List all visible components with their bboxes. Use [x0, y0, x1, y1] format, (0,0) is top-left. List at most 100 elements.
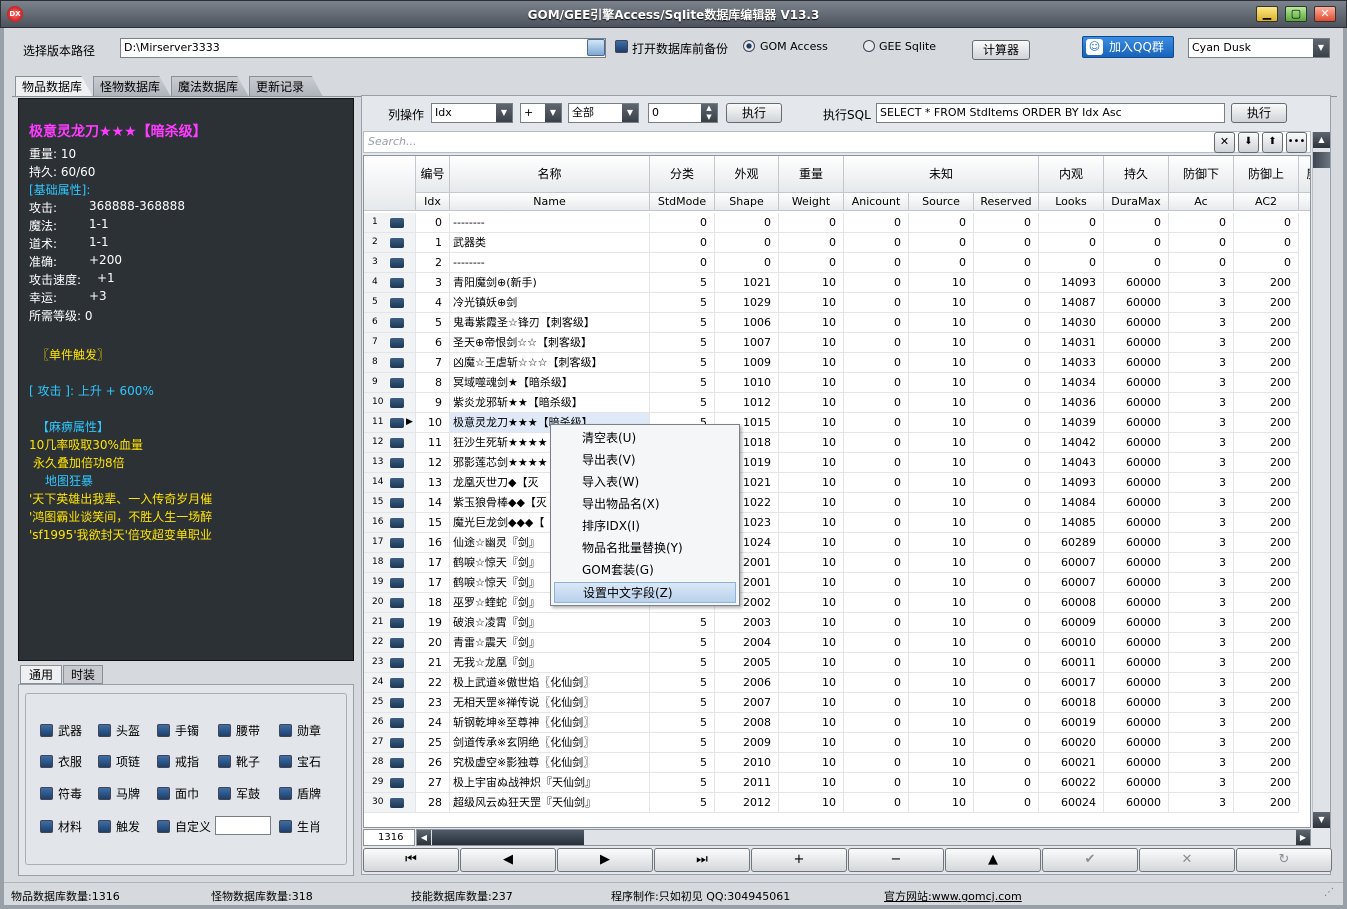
table-cell[interactable]: 0	[974, 213, 1039, 233]
row-indicator-icon[interactable]	[390, 478, 404, 488]
scroll-left-icon[interactable]: ◀	[417, 830, 431, 845]
table-cell[interactable]: 3	[1169, 433, 1234, 453]
status-site-link[interactable]: 官方网站:www.gomcj.com	[884, 888, 1022, 904]
row-indicator-icon[interactable]	[390, 238, 404, 248]
table-cell[interactable]: 0	[974, 753, 1039, 773]
table-cell[interactable]: 10	[909, 573, 974, 593]
table-cell[interactable]: 0	[844, 693, 909, 713]
table-cell[interactable]: 10	[779, 473, 844, 493]
table-cell[interactable]: 3	[1169, 793, 1234, 813]
edit-record-icon[interactable]: ▲	[945, 848, 1041, 872]
table-row[interactable]: 5 4 冷光镇妖⊕剑 5 1029 10 0 10 0 14087 60000 3 200	[364, 293, 1310, 313]
table-row[interactable]: 1514紫玉狼骨棒◆◆【灭5102210010014084600003200	[364, 493, 1310, 513]
table-cell[interactable]: 0	[650, 213, 715, 233]
table-cell[interactable]: 0	[974, 313, 1039, 333]
table-cell[interactable]: 0	[1169, 253, 1234, 273]
table-cell[interactable]: 武器类	[450, 233, 650, 253]
table-cell[interactable]: 0	[844, 413, 909, 433]
context-menu-item[interactable]: 清空表(U)	[554, 428, 736, 449]
table-cell[interactable]: 200	[1234, 573, 1299, 593]
table-cell[interactable]: 3	[1169, 313, 1234, 333]
table-cell[interactable]: 冥域噬魂剑★【暗杀级】	[450, 373, 650, 393]
table-cell[interactable]: 0	[844, 493, 909, 513]
table-cell[interactable]: 60011	[1039, 653, 1104, 673]
table-cell[interactable]: 9	[416, 393, 450, 413]
context-menu-item[interactable]: 导入表(W)	[554, 472, 736, 493]
table-cell[interactable]: 5	[650, 653, 715, 673]
table-cell[interactable]: 12	[416, 453, 450, 473]
table-cell[interactable]: 3	[1169, 653, 1234, 673]
column-header[interactable]: 魔御	[1299, 156, 1310, 193]
table-cell[interactable]: 60000	[1104, 753, 1169, 773]
row-indicator-icon[interactable]	[390, 798, 404, 808]
table-cell[interactable]: 0	[844, 553, 909, 573]
table-cell[interactable]: 10	[779, 513, 844, 533]
table-cell[interactable]: 凶魔☆王虐斩☆☆☆【刺客级】	[450, 353, 650, 373]
table-cell[interactable]: 0	[974, 553, 1039, 573]
table-cell[interactable]: 60000	[1104, 313, 1169, 333]
table-cell[interactable]: 0	[974, 493, 1039, 513]
table-cell[interactable]: 2005	[715, 653, 779, 673]
table-cell[interactable]: 0	[1104, 233, 1169, 253]
table-cell[interactable]: 0	[844, 253, 909, 273]
delete-record-icon[interactable]: −	[848, 848, 944, 872]
table-cell[interactable]: 0	[974, 233, 1039, 253]
table-row[interactable]: 4 3 青阳魔剑⊕(新手) 5 1021 10 0 10 0 14093 60000 3 200	[364, 273, 1310, 293]
close-button[interactable]: ✕	[1314, 6, 1336, 22]
table-cell[interactable]: 0	[1234, 233, 1299, 253]
stepper-arrows-icon[interactable]: ▲ ▼	[701, 104, 717, 122]
table-cell[interactable]: 3	[1169, 513, 1234, 533]
filter-tab-fashion[interactable]: 时装	[63, 665, 103, 684]
table-cell[interactable]: 2010	[715, 753, 779, 773]
table-cell[interactable]: 0	[974, 533, 1039, 553]
table-cell[interactable]: 200	[1234, 353, 1299, 373]
table-cell[interactable]: 2011	[715, 773, 779, 793]
table-cell[interactable]: 60000	[1104, 473, 1169, 493]
table-cell[interactable]: 0	[779, 253, 844, 273]
table-cell[interactable]: 0	[974, 273, 1039, 293]
table-cell[interactable]: 14036	[1039, 393, 1104, 413]
row-indicator-icon[interactable]	[390, 298, 404, 308]
table-cell[interactable]: 60019	[1039, 713, 1104, 733]
table-cell[interactable]: 0	[974, 393, 1039, 413]
table-cell[interactable]: 1021	[715, 273, 779, 293]
gee-sqlite-radio[interactable]	[863, 40, 875, 52]
insert-record-icon[interactable]: +	[751, 848, 847, 872]
table-cell[interactable]: 3	[1169, 573, 1234, 593]
table-cell[interactable]: 60000	[1104, 493, 1169, 513]
row-indicator-icon[interactable]	[390, 258, 404, 268]
table-cell[interactable]: 10	[909, 313, 974, 333]
table-cell[interactable]: 10	[909, 773, 974, 793]
table-cell[interactable]: 破浪☆凌霄『剑』	[450, 613, 650, 633]
table-cell[interactable]: 10	[909, 373, 974, 393]
table-cell[interactable]: 60009	[1039, 613, 1104, 633]
table-cell[interactable]: 0	[974, 713, 1039, 733]
execute-sql-button[interactable]: 执行	[1231, 103, 1287, 123]
table-cell[interactable]: 10	[909, 753, 974, 773]
table-cell[interactable]: 10	[779, 413, 844, 433]
table-cell[interactable]: 10	[779, 753, 844, 773]
checkbox-icon[interactable]	[98, 755, 111, 768]
table-cell[interactable]: 0	[715, 253, 779, 273]
table-cell[interactable]: 5	[650, 313, 715, 333]
checkbox-icon[interactable]	[279, 787, 292, 800]
table-cell[interactable]: 0	[650, 253, 715, 273]
table-cell[interactable]: 60000	[1104, 733, 1169, 753]
table-cell[interactable]: 60000	[1104, 673, 1169, 693]
search-options-icon[interactable]: •••	[1286, 132, 1307, 153]
table-cell[interactable]: 14084	[1039, 493, 1104, 513]
tab-items[interactable]: 物品数据库	[15, 76, 93, 97]
table-cell[interactable]: 10	[909, 513, 974, 533]
table-cell[interactable]: 0	[844, 653, 909, 673]
row-indicator-icon[interactable]	[390, 278, 404, 288]
table-cell[interactable]: 60024	[1039, 793, 1104, 813]
table-cell[interactable]: 14093	[1039, 273, 1104, 293]
column-subheader[interactable]: Looks	[1039, 193, 1104, 211]
table-cell[interactable]: 60000	[1104, 433, 1169, 453]
table-cell[interactable]: 0	[844, 793, 909, 813]
table-cell[interactable]: 0	[974, 333, 1039, 353]
table-cell[interactable]: 14043	[1039, 453, 1104, 473]
column-header[interactable]: 重量	[779, 156, 844, 193]
table-row[interactable]: 1211狂沙生死斩★★★★5101810010014042600003200	[364, 433, 1310, 453]
table-cell[interactable]: 3	[1169, 293, 1234, 313]
